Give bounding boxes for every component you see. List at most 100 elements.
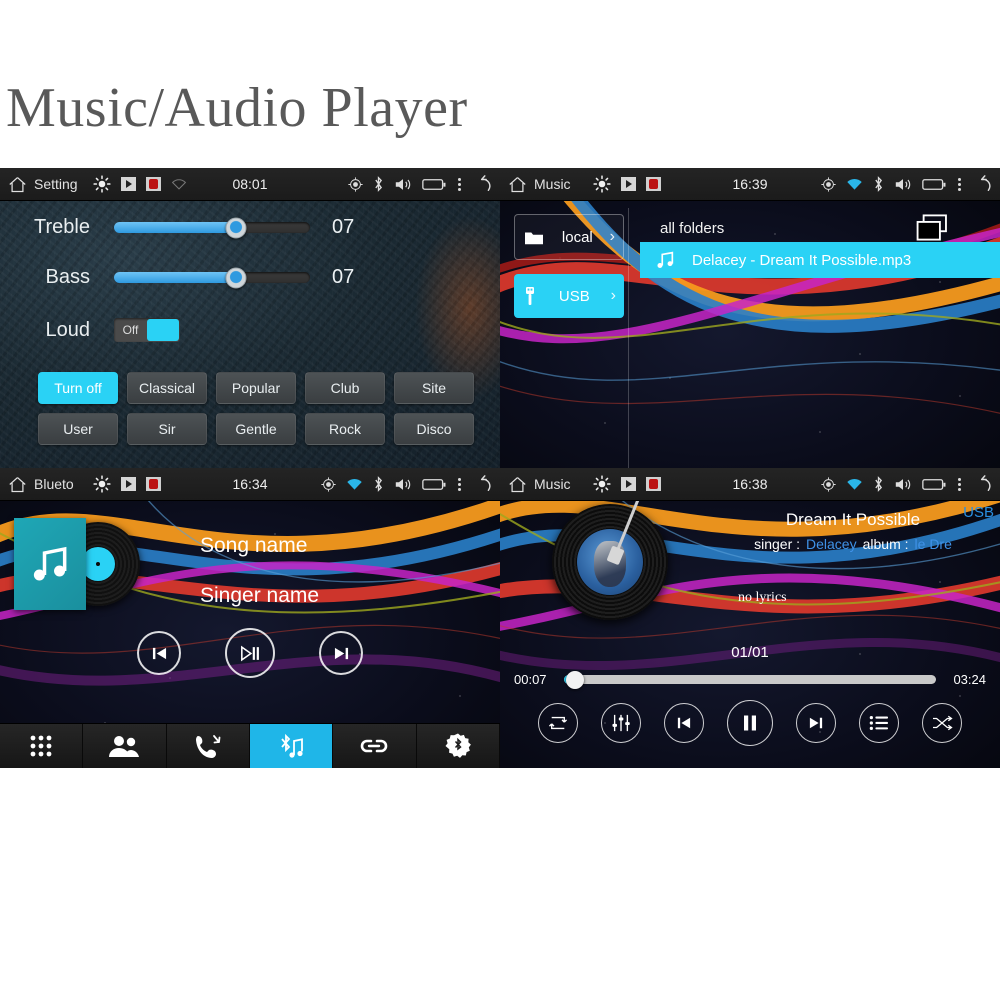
panel-file-browser: Music 16:39 local › USB › all folders De…: [500, 168, 1000, 468]
statusbar-bluetooth: Blueto 16:34: [0, 468, 500, 501]
bottom-navbar: [0, 723, 500, 768]
preset-popular[interactable]: Popular: [216, 372, 296, 404]
home-icon[interactable]: [0, 476, 34, 493]
file-name: Delacey - Dream It Possible.mp3: [692, 251, 912, 269]
treble-slider[interactable]: [114, 217, 310, 238]
record-stop-icon[interactable]: [146, 477, 161, 491]
loud-toggle[interactable]: Off: [114, 318, 180, 342]
nav-dialpad[interactable]: [0, 724, 84, 768]
chevron-right-icon: ›: [610, 287, 616, 304]
track-title: Dream It Possible: [785, 510, 921, 529]
record-stop-icon[interactable]: [146, 177, 161, 191]
brightness-icon[interactable]: [593, 475, 611, 493]
statusbar-browser: Music 16:39: [500, 168, 1000, 201]
preset-site[interactable]: Site: [394, 372, 474, 404]
bass-slider[interactable]: [114, 267, 310, 288]
overflow-menu-icon[interactable]: [458, 177, 461, 191]
gps-icon: [348, 176, 363, 192]
home-icon[interactable]: [500, 176, 534, 193]
next-track-button[interactable]: [796, 703, 836, 743]
brightness-icon[interactable]: [93, 175, 111, 193]
preset-rock[interactable]: Rock: [305, 413, 385, 445]
overflow-menu-icon[interactable]: [458, 477, 461, 491]
playlist-button[interactable]: [859, 703, 899, 743]
next-track-button[interactable]: [319, 631, 363, 675]
statusbar-equalizer: Setting 08:01: [0, 168, 500, 201]
preset-club[interactable]: Club: [305, 372, 385, 404]
nav-bluetooth-music[interactable]: [249, 724, 334, 768]
file-row[interactable]: Delacey - Dream It Possible.mp3: [640, 242, 1000, 278]
wifi-icon: [846, 178, 863, 191]
record-stop-icon[interactable]: [646, 477, 661, 491]
page-root: Music/Audio Player Setting 08:01 Treble …: [0, 0, 1000, 1000]
volume-icon[interactable]: [394, 177, 412, 192]
source-label: USB: [558, 287, 590, 305]
source-usb[interactable]: USB ›: [514, 274, 624, 318]
source-list: local › USB ›: [514, 214, 624, 332]
record-stop-icon[interactable]: [646, 177, 661, 191]
preset-gentle[interactable]: Gentle: [216, 413, 296, 445]
home-icon[interactable]: [500, 476, 534, 493]
bluetooth-icon: [873, 476, 884, 492]
preset-classical[interactable]: Classical: [127, 372, 207, 404]
source-tag: USB: [963, 504, 994, 521]
back-icon[interactable]: [473, 475, 493, 493]
previous-track-button[interactable]: [664, 703, 704, 743]
back-icon[interactable]: [973, 175, 993, 193]
source-local[interactable]: local ›: [514, 214, 624, 260]
nav-contacts[interactable]: [83, 724, 167, 768]
play-pause-button[interactable]: [225, 628, 275, 678]
nav-pair-link[interactable]: [333, 724, 417, 768]
panel-equalizer: Setting 08:01 Treble 07 Bass 07 Loud Off…: [0, 168, 500, 468]
singer-value: Delacey: [806, 536, 857, 552]
statusbar-now-playing: Music 16:38: [500, 468, 1000, 501]
statusbar-title: Setting: [34, 176, 78, 192]
battery-icon: [922, 178, 946, 191]
eq-row-bass: Bass 07: [0, 266, 366, 289]
battery-icon: [422, 178, 446, 191]
record-play-icon[interactable]: [121, 477, 136, 491]
album-cover-icon: [14, 518, 86, 610]
overflow-menu-icon[interactable]: [958, 177, 961, 191]
volume-icon[interactable]: [894, 477, 912, 492]
elapsed-time: 00:07: [514, 672, 547, 687]
vinyl-player: [552, 495, 668, 620]
volume-icon[interactable]: [894, 177, 912, 192]
volume-icon[interactable]: [394, 477, 412, 492]
brightness-icon[interactable]: [593, 175, 611, 193]
seek-bar[interactable]: [564, 670, 936, 689]
equalizer-button[interactable]: [601, 703, 641, 743]
preset-user[interactable]: User: [38, 413, 118, 445]
nav-bluetooth-settings[interactable]: [416, 724, 500, 768]
all-folders-label: all folders: [660, 220, 725, 237]
shuffle-button[interactable]: [922, 703, 962, 743]
home-icon[interactable]: [0, 176, 34, 193]
pause-button[interactable]: [727, 700, 773, 746]
usb-icon: [522, 285, 538, 307]
bluetooth-icon: [873, 176, 884, 192]
song-name: Song name: [200, 534, 308, 557]
track-index: 01/01: [731, 644, 769, 661]
seek-row: 00:07 03:24: [500, 670, 1000, 689]
preset-turn-off[interactable]: Turn off: [38, 372, 118, 404]
preset-sir[interactable]: Sir: [127, 413, 207, 445]
chevron-right-icon: ›: [609, 228, 615, 245]
now-playing-controls: [500, 700, 1000, 746]
windows-stack-icon[interactable]: [916, 214, 948, 241]
record-play-icon[interactable]: [621, 477, 636, 491]
wifi-icon: [846, 478, 863, 491]
preset-disco[interactable]: Disco: [394, 413, 474, 445]
overflow-menu-icon[interactable]: [958, 477, 961, 491]
brightness-icon[interactable]: [93, 475, 111, 493]
back-icon[interactable]: [473, 175, 493, 193]
repeat-button[interactable]: [538, 703, 578, 743]
bluetooth-icon: [373, 476, 384, 492]
bt-transport-controls: [0, 628, 500, 678]
record-play-icon[interactable]: [621, 177, 636, 191]
previous-track-button[interactable]: [137, 631, 181, 675]
back-icon[interactable]: [973, 475, 993, 493]
record-play-icon[interactable]: [121, 177, 136, 191]
battery-icon: [922, 478, 946, 491]
screenshot-grid: Setting 08:01 Treble 07 Bass 07 Loud Off…: [0, 168, 1000, 768]
nav-call-history[interactable]: [166, 724, 250, 768]
